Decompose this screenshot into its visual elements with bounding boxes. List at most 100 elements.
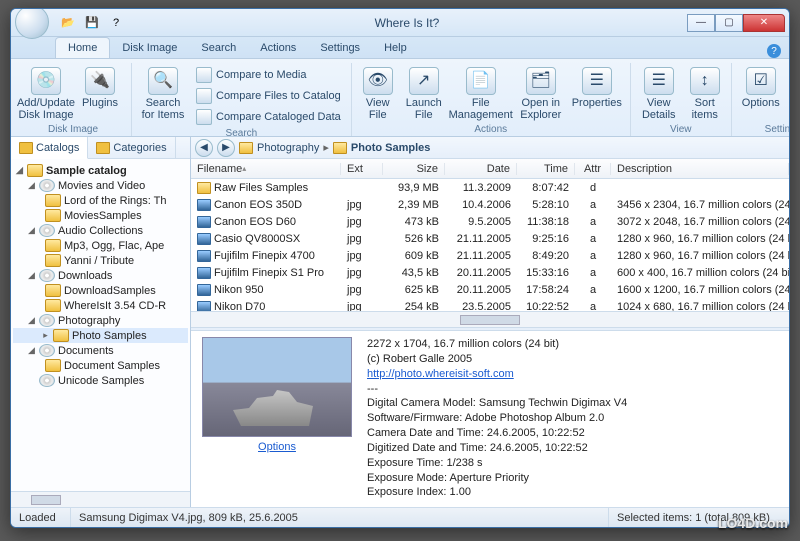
col-ext[interactable]: Ext [341,163,383,175]
open-in-explorer-button[interactable]: 🗂Open in Explorer [516,65,566,123]
table-row[interactable]: Nikon D70jpg254 kB23.5.200510:22:52a1024… [191,298,789,311]
properties-button[interactable]: ☰Properties [570,65,624,111]
sort-items-button[interactable]: ↕Sort items [685,65,725,123]
col-time[interactable]: Time [517,163,575,175]
close-button[interactable]: ✕ [743,14,785,32]
tree-node[interactable]: Unicode Samples [13,373,188,388]
sidebar-tab-catalogs[interactable]: Catalogs [11,137,88,159]
launch-file-button[interactable]: ↗Launch File [402,65,446,123]
group-label: View [637,123,725,136]
folder-icon [96,142,110,154]
tab-help[interactable]: Help [372,38,419,58]
table-row[interactable]: Nikon 950jpg625 kB20.11.200517:58:24a160… [191,281,789,298]
tree-node[interactable]: ◢Documents [13,343,188,358]
tree-node[interactable]: DownloadSamples [13,283,188,298]
plugins-button[interactable]: 🔌Plugins [75,65,125,111]
scrollbar-thumb[interactable] [460,315,520,325]
table-row[interactable]: Casio QV8000SXjpg526 kB21.11.20059:25:16… [191,230,789,247]
app-window: 📂 💾 ? Where Is It? — ▢ ✕ Home Disk Image… [10,8,790,528]
maximize-button[interactable]: ▢ [715,14,743,32]
image-icon [197,216,211,228]
catalog-tree[interactable]: ◢Sample catalog ◢Movies and Video Lord o… [11,159,190,491]
properties-icon: ☰ [582,67,612,95]
tab-home[interactable]: Home [55,37,110,58]
compare-files-to-catalog-button[interactable]: Compare Files to Catalog [192,86,345,106]
tab-actions[interactable]: Actions [248,38,308,58]
disc-icon [39,269,55,282]
help-icon[interactable]: ? [767,44,781,58]
tree-node-selected[interactable]: ▸Photo Samples [13,328,188,343]
qat-save-icon[interactable]: 💾 [81,13,103,33]
tree-node[interactable]: Document Samples [13,358,188,373]
group-disk-image: 💿Add/Update Disk Image 🔌Plugins Disk Ima… [15,63,132,136]
tree-node[interactable]: Yanni / Tribute [13,253,188,268]
col-date[interactable]: Date [445,163,517,175]
source-link[interactable]: http://photo.whereisit-soft.com [367,368,514,380]
compare-cataloged-data-button[interactable]: Compare Cataloged Data [192,107,345,127]
file-management-button[interactable]: 📄File Management [450,65,512,123]
table-row[interactable]: Fujifilm Finepix 4700jpg609 kB21.11.2005… [191,247,789,264]
qat-help-icon[interactable]: ? [105,13,127,33]
options-icon: ☑ [746,67,776,95]
disc-icon [39,314,55,327]
tree-node[interactable]: WhereIsIt 3.54 CD-R [13,298,188,313]
disc-icon [39,224,55,237]
table-row[interactable]: Raw Files Samples93,9 MB11.3.20098:07:42… [191,179,789,196]
preview-thumbnail[interactable] [202,337,352,437]
sidebar-tab-categories[interactable]: Categories [88,137,175,158]
minimize-button[interactable]: — [687,14,715,32]
folder-icon [19,142,33,154]
nav-back-button[interactable]: ◀ [195,139,213,157]
folder-icon [239,142,253,154]
tree-node[interactable]: Mp3, Ogg, Flac, Ape [13,238,188,253]
file-icon: 📄 [466,67,496,95]
sidebar: Catalogs Categories ◢Sample catalog ◢Mov… [11,137,191,507]
list-scrollbar[interactable] [191,311,789,327]
table-row[interactable]: Canon EOS 350Djpg2,39 MB10.4.20065:28:10… [191,196,789,213]
compare-to-media-button[interactable]: Compare to Media [192,65,345,85]
preview-options-link[interactable]: Options [258,441,296,453]
tree-root[interactable]: ◢Sample catalog [13,163,188,178]
about-button[interactable]: iAbout [788,65,790,111]
tree-node[interactable]: ◢Movies and Video [13,178,188,193]
col-attr[interactable]: Attr [575,163,611,175]
tree-node[interactable]: MoviesSamples [13,208,188,223]
col-description[interactable]: Description [611,163,789,175]
list-header[interactable]: Filename ▴ Ext Size Date Time Attr Descr… [191,159,789,179]
view-file-button[interactable]: 👁View File [358,65,398,123]
folder-icon [45,284,61,297]
folder-icon [45,359,61,372]
app-icon[interactable] [15,8,49,39]
folder-icon [45,299,61,312]
compare-icon [196,88,212,104]
breadcrumb-current[interactable]: Photo Samples [351,142,430,154]
tree-node[interactable]: ◢Downloads [13,268,188,283]
eye-icon: 👁 [363,67,393,95]
nav-forward-button[interactable]: ▶ [217,139,235,157]
qat-open-icon[interactable]: 📂 [57,13,79,33]
group-search: 🔍Search for Items Compare to Media Compa… [132,63,352,136]
disk-icon: 💿 [31,67,61,95]
tab-disk-image[interactable]: Disk Image [110,38,189,58]
tab-settings[interactable]: Settings [308,38,372,58]
add-update-disk-image-button[interactable]: 💿Add/Update Disk Image [21,65,71,123]
col-size[interactable]: Size [383,163,445,175]
tree-node[interactable]: ◢Photography [13,313,188,328]
table-row[interactable]: Fujifilm Finepix S1 Projpg43,5 kB20.11.2… [191,264,789,281]
tab-search[interactable]: Search [189,38,248,58]
image-icon [197,250,211,262]
breadcrumb-segment[interactable]: Photography [257,142,319,154]
col-filename[interactable]: Filename ▴ [191,163,341,175]
table-row[interactable]: Canon EOS D60jpg473 kB9.5.200511:38:18a3… [191,213,789,230]
tree-node[interactable]: ◢Audio Collections [13,223,188,238]
list-body[interactable]: Raw Files Samples93,9 MB11.3.20098:07:42… [191,179,789,311]
tree-node[interactable]: Lord of the Rings: Th [13,193,188,208]
scrollbar-thumb[interactable] [31,495,61,505]
search-for-items-button[interactable]: 🔍Search for Items [138,65,188,123]
sidebar-scrollbar[interactable] [11,491,190,507]
chevron-right-icon: ▸ [323,141,329,154]
folder-icon [45,194,61,207]
image-icon [197,267,211,279]
view-details-button[interactable]: ☰View Details [637,65,681,123]
options-button[interactable]: ☑Options [738,65,784,111]
